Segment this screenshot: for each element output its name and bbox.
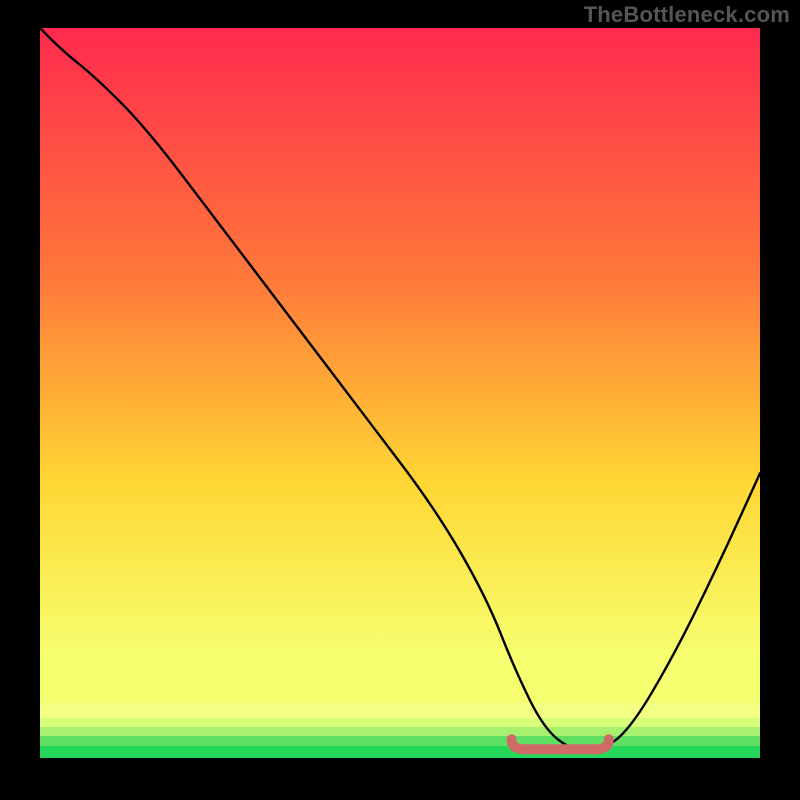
watermark-text: TheBottleneck.com (584, 2, 790, 28)
plot-area (40, 28, 760, 758)
optimal-range-marker (40, 28, 760, 758)
chart-frame: TheBottleneck.com (0, 0, 800, 800)
